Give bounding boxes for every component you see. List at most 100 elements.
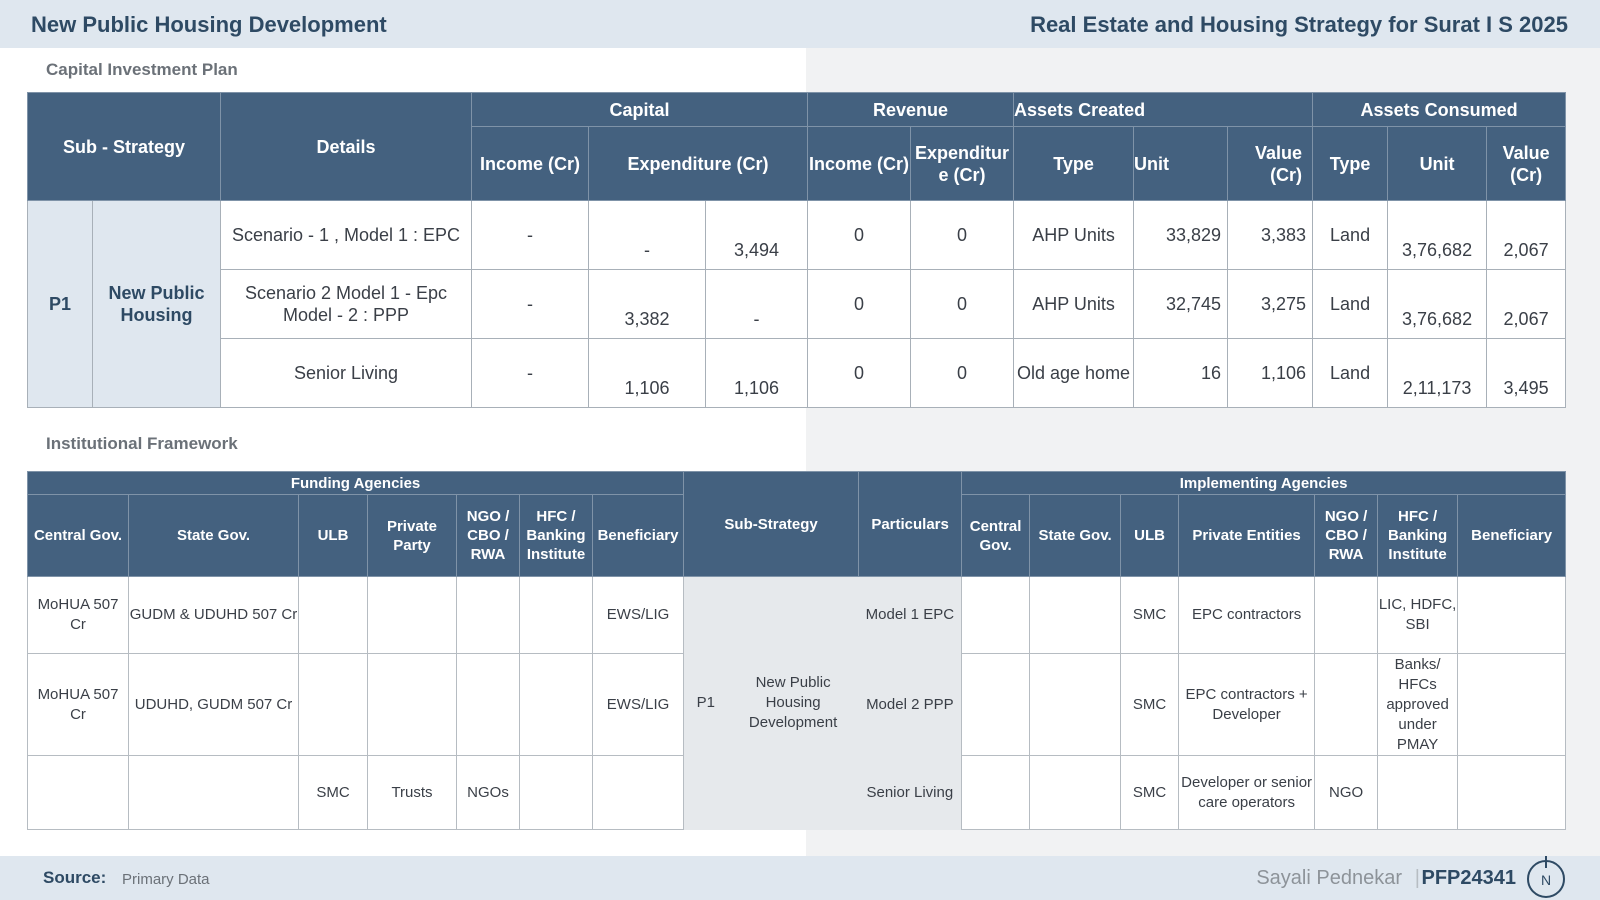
- header-impl-state-gov: State Gov.: [1029, 494, 1122, 577]
- table-row: Senior Living - 1,106 1,106 0 0 Old age …: [28, 338, 1567, 408]
- row-ulb: SMC: [298, 755, 368, 830]
- row-impl-ngo: [1314, 576, 1379, 654]
- row-expenditure-a: -: [588, 200, 706, 270]
- row-impl-private: Developer or senior care operators: [1178, 755, 1316, 830]
- page-footer: Source: Primary Data Sayali Pednekar | P…: [0, 856, 1600, 900]
- row-beneficiary: EWS/LIG: [591, 653, 685, 756]
- source-value: Primary Data: [122, 871, 210, 888]
- header-revenue-expenditure: Expenditur e (Cr): [910, 126, 1015, 201]
- row-value: 1,106: [1227, 338, 1314, 408]
- institutional-framework-table: Funding Agencies Sub-Strategy Particular…: [26, 471, 1567, 830]
- row-impl-hfc: Banks/ HFCs approved under PMAY: [1377, 653, 1459, 756]
- row-private-party: [367, 653, 457, 756]
- row-impl-state: [1029, 653, 1122, 756]
- header-private-party: Private Party: [367, 494, 457, 577]
- row-expenditure-b: 3,494: [704, 200, 809, 270]
- row-impl-central: [961, 576, 1031, 654]
- report-title: Real Estate and Housing Strategy for Sur…: [1030, 12, 1568, 37]
- north-logo-icon: N: [1527, 856, 1565, 898]
- row-central: MoHUA 507 Cr: [27, 653, 129, 756]
- row-impl-ulb: SMC: [1120, 576, 1180, 654]
- header-implementing-agencies: Implementing Agencies: [961, 471, 1567, 495]
- row-private-party: [367, 576, 457, 654]
- row-impl-hfc: LIC, HDFC, SBI: [1377, 576, 1459, 654]
- source-label: Source:: [43, 868, 107, 887]
- row-expenditure-b: -: [704, 269, 809, 339]
- header-expenditure: Expenditure (Cr): [587, 126, 809, 201]
- row-state: [128, 755, 299, 830]
- header-state-gov: State Gov.: [128, 494, 299, 577]
- row-details: Scenario 2 Model 1 - Epc Model - 2 : PPP: [220, 269, 472, 339]
- row-value: 3,383: [1227, 200, 1314, 270]
- row-revenue-expenditure: 0: [910, 338, 1015, 408]
- row-consumed-unit: 3,76,682: [1387, 200, 1488, 270]
- header-impl-beneficiary: Beneficiary: [1457, 494, 1567, 577]
- row-central: MoHUA 507 Cr: [27, 576, 129, 654]
- framework-strategy-name: New Public Housing Development: [727, 576, 859, 830]
- header-ulb: ULB: [298, 494, 368, 577]
- row-revenue-income: 0: [807, 200, 912, 270]
- row-type: Old age home: [1013, 338, 1135, 408]
- row-hfc: [519, 755, 593, 830]
- row-unit: 16: [1133, 338, 1229, 408]
- header-consumed-unit: Unit: [1387, 126, 1488, 201]
- table-row: P1 New Public Housing Scenario - 1 , Mod…: [27, 200, 1567, 408]
- row-particulars: Senior Living: [858, 755, 963, 830]
- header-sub-strategy: Sub-Strategy: [683, 471, 860, 577]
- row-type: AHP Units: [1013, 200, 1135, 270]
- row-ngo: [456, 653, 520, 756]
- row-consumed-unit: 2,11,173: [1387, 338, 1488, 408]
- row-impl-ulb: SMC: [1120, 653, 1180, 756]
- header-unit: Unit: [1133, 126, 1229, 201]
- framework-p-code: P1: [683, 576, 728, 830]
- logo-letter: N: [1540, 872, 1552, 888]
- project-code: PFP24341: [1421, 867, 1516, 889]
- header-sub-strategy: Sub - Strategy: [27, 92, 221, 201]
- row-revenue-expenditure: 0: [910, 269, 1015, 339]
- row-particulars: Model 1 EPC: [858, 576, 963, 654]
- header-revenue: Revenue: [807, 92, 1015, 127]
- row-revenue-expenditure: 0: [910, 200, 1015, 270]
- row-particulars: Model 2 PPP: [858, 653, 963, 756]
- row-impl-beneficiary: [1457, 653, 1567, 756]
- header-consumed-type: Type: [1312, 126, 1389, 201]
- row-impl-beneficiary: [1457, 576, 1567, 654]
- header-assets-created: Assets Created: [1013, 92, 1314, 127]
- row-consumed-value: 2,067: [1486, 269, 1567, 339]
- row-unit: 32,745: [1133, 269, 1229, 339]
- author-name: Sayali Pednekar: [1256, 867, 1402, 889]
- framework-label: Institutional Framework: [46, 434, 238, 453]
- header-income: Income (Cr): [471, 126, 589, 201]
- row-income: -: [471, 200, 589, 270]
- row-impl-hfc: [1377, 755, 1459, 830]
- row-expenditure-a: 1,106: [588, 338, 706, 408]
- row-impl-ulb: SMC: [1120, 755, 1180, 830]
- row-ngo: [456, 576, 520, 654]
- row-income: -: [471, 338, 589, 408]
- row-consumed-type: Land: [1312, 338, 1389, 408]
- header-impl-ulb: ULB: [1120, 494, 1180, 577]
- row-revenue-income: 0: [807, 269, 912, 339]
- row-impl-central: [961, 653, 1031, 756]
- row-impl-ngo: NGO: [1314, 755, 1379, 830]
- row-consumed-type: Land: [1312, 200, 1389, 270]
- header-revenue-income: Income (Cr): [807, 126, 912, 201]
- row-details: Senior Living: [220, 338, 472, 408]
- row-income: -: [471, 269, 589, 339]
- row-beneficiary: EWS/LIG: [591, 576, 685, 654]
- p-code: P1: [27, 200, 93, 408]
- row-ngo: NGOs: [456, 755, 520, 830]
- row-impl-private: EPC contractors + Developer: [1178, 653, 1316, 756]
- row-hfc: [519, 576, 593, 654]
- header-private-entities: Private Entities: [1178, 494, 1316, 577]
- strategy-name: New Public Housing: [92, 200, 221, 408]
- header-details: Details: [220, 92, 472, 201]
- row-impl-beneficiary: [1457, 755, 1567, 830]
- row-impl-state: [1029, 576, 1122, 654]
- row-expenditure-a: 3,382: [588, 269, 706, 339]
- row-type: AHP Units: [1013, 269, 1135, 339]
- header-beneficiary: Beneficiary: [591, 494, 685, 577]
- row-consumed-unit: 3,76,682: [1387, 269, 1488, 339]
- row-consumed-value: 3,495: [1486, 338, 1567, 408]
- header-impl-hfc: HFC / Banking Institute: [1377, 494, 1459, 577]
